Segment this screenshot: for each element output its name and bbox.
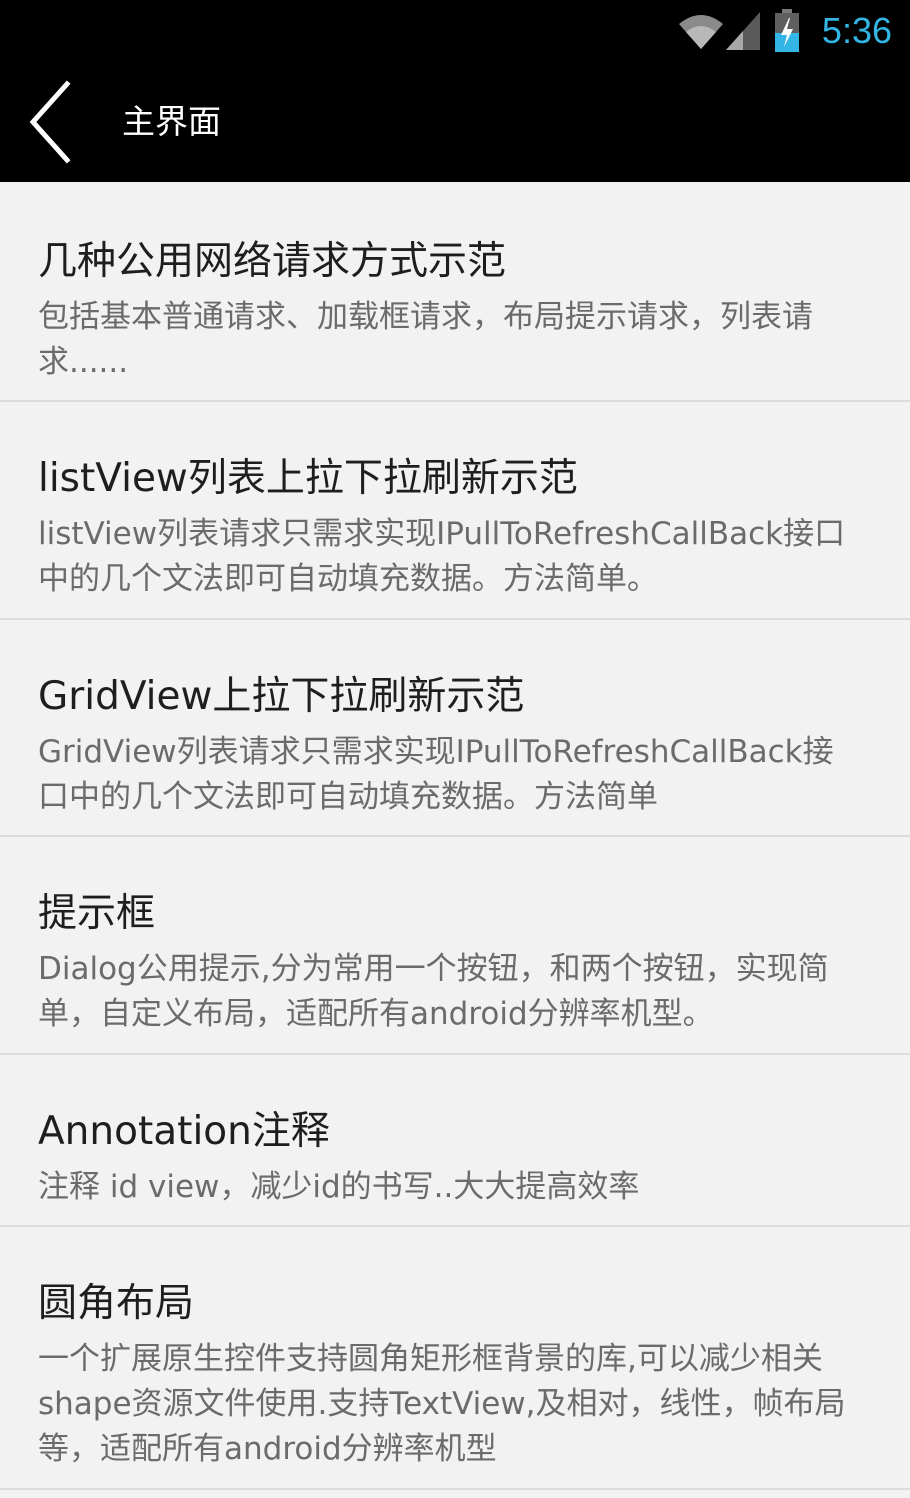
list-item[interactable]: 圆角布局 一个扩展原生控件支持圆角矩形框背景的库,可以减少相关shape资源文件… — [0, 1227, 910, 1490]
item-title: 提示框 — [38, 891, 156, 936]
chevron-left-icon — [29, 80, 71, 164]
list-item[interactable]: 提示框 Dialog公用提示,分为常用一个按钮，和两个按钮，实现简单，自定义布局… — [0, 837, 910, 1055]
demo-list: 几种公用网络请求方式示范 包括基本普通请求、加载框请求，布局提示请求，列表请求.… — [0, 182, 910, 1490]
action-bar: 主界面 — [0, 62, 910, 182]
item-description: listView列表请求只需求实现IPullToRefreshCallBack接… — [38, 516, 846, 597]
status-clock: 5:36 — [821, 10, 892, 51]
item-title: 几种公用网络请求方式示范 — [38, 239, 507, 284]
back-button[interactable] — [12, 74, 92, 170]
list-item[interactable]: listView列表上拉下拉刷新示范 listView列表请求只需求实现IPul… — [0, 402, 910, 620]
status-icons: 5:36 — [678, 6, 892, 56]
signal-icon — [725, 12, 760, 50]
item-description: 一个扩展原生控件支持圆角矩形框背景的库,可以减少相关shape资源文件使用.支持… — [38, 1341, 846, 1467]
page-title: 主界面 — [122, 102, 221, 141]
item-title: listView列表上拉下拉刷新示范 — [38, 456, 578, 501]
item-title: Annotation注释 — [38, 1109, 330, 1154]
list-item[interactable]: Annotation注释 注释 id view，减少id的书写..大大提高效率 — [0, 1055, 910, 1227]
list-item[interactable]: GridView上拉下拉刷新示范 GridView列表请求只需求实现IPullT… — [0, 620, 910, 837]
battery-charging-icon — [774, 9, 799, 52]
item-title: GridView上拉下拉刷新示范 — [38, 674, 525, 719]
item-description: GridView列表请求只需求实现IPullToRefreshCallBack接… — [38, 734, 834, 815]
wifi-icon — [678, 15, 723, 49]
item-title: 圆角布局 — [38, 1281, 195, 1326]
item-description: 包括基本普通请求、加载框请求，布局提示请求，列表请求...... — [38, 299, 813, 380]
status-bar: 5:36 — [0, 0, 910, 62]
item-description: 注释 id view，减少id的书写..大大提高效率 — [38, 1169, 640, 1205]
list-item[interactable]: 几种公用网络请求方式示范 包括基本普通请求、加载框请求，布局提示请求，列表请求.… — [0, 182, 910, 402]
item-description: Dialog公用提示,分为常用一个按钮，和两个按钮，实现简单，自定义布局，适配所… — [38, 951, 829, 1032]
